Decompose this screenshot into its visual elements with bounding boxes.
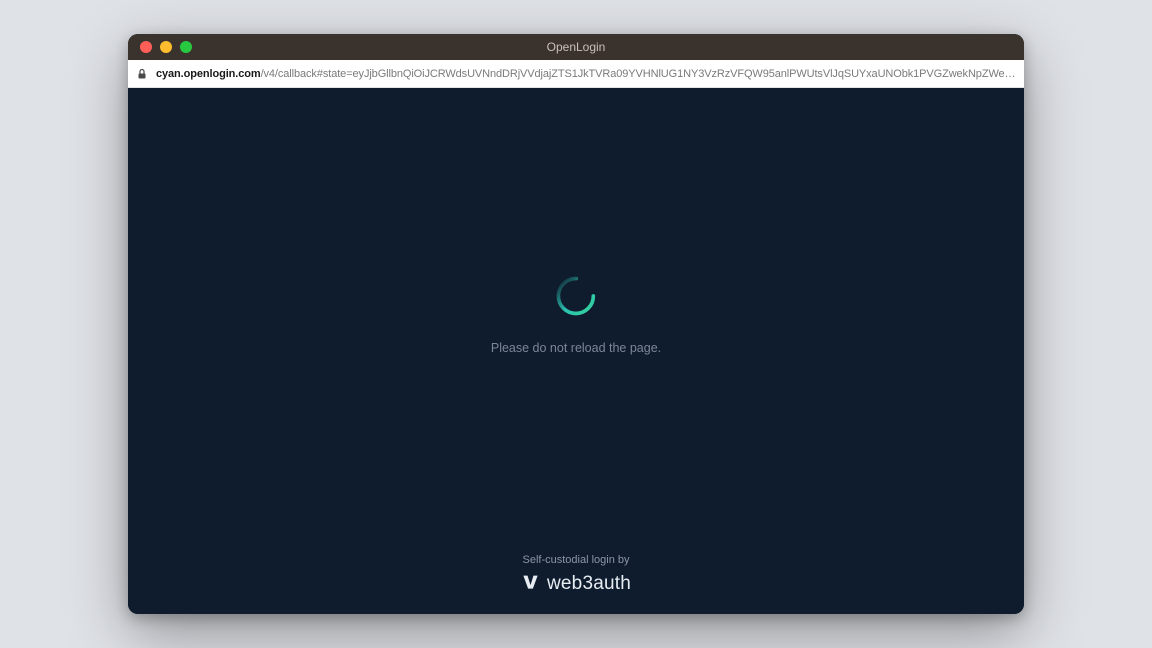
loading-text: Please do not reload the page. [491,341,661,355]
footer-branding: Self-custodial login by web3auth [521,554,631,596]
address-bar[interactable]: cyan.openlogin.com/v4/callback#state=eyJ… [128,60,1024,88]
lock-icon [136,68,148,80]
brand-name: web3auth [547,573,631,595]
spinner-icon [553,273,599,319]
loading-block: Please do not reload the page. [491,273,661,355]
traffic-lights [128,41,192,53]
footer-caption: Self-custodial login by [521,554,631,566]
url-host: cyan.openlogin.com [156,68,261,80]
page-content: Please do not reload the page. Self-cust… [128,88,1024,614]
web3auth-logo-icon [521,572,540,596]
close-window-button[interactable] [140,41,152,53]
browser-window: OpenLogin cyan.openlogin.com/v4/callback… [128,34,1024,614]
minimize-window-button[interactable] [160,41,172,53]
window-title: OpenLogin [128,40,1024,54]
titlebar: OpenLogin [128,34,1024,60]
brand-row: web3auth [521,572,631,596]
url-path: /v4/callback#state=eyJjbGllbnQiOiJCRWdsU… [261,68,1016,80]
maximize-window-button[interactable] [180,41,192,53]
url-text: cyan.openlogin.com/v4/callback#state=eyJ… [156,68,1016,80]
